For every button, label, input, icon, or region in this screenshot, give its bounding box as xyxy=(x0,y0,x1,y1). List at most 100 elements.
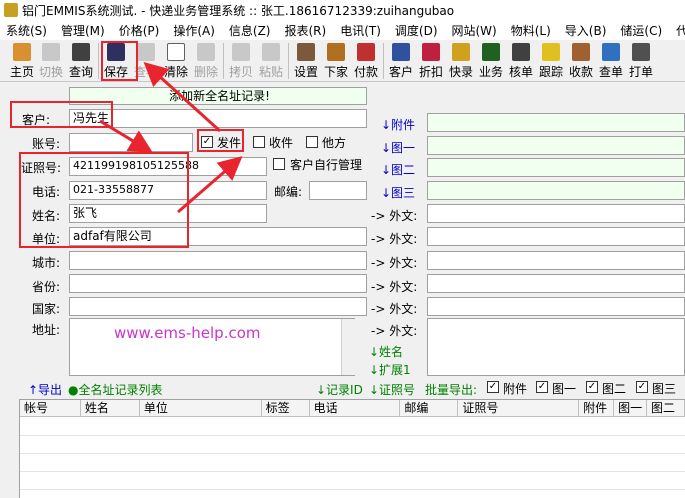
record-table[interactable]: 帐号 姓名 单位 标签 电话 邮编 证照号 附件 图一 图二 xyxy=(19,399,685,498)
foreign-field-6[interactable] xyxy=(427,318,685,376)
foreign-label-2: -> 外文: xyxy=(371,232,418,246)
province-field[interactable] xyxy=(69,274,367,293)
extend-link[interactable]: ↓扩展1 xyxy=(369,361,411,378)
batch-attach-label: 附件 xyxy=(503,382,528,396)
delete-button[interactable]: 删除 xyxy=(191,40,221,81)
toolbar-separator xyxy=(383,43,384,79)
table-header: 帐号 姓名 单位 标签 电话 邮编 证照号 附件 图一 图二 xyxy=(20,400,685,417)
collect-button[interactable]: 收款 xyxy=(566,40,596,81)
batch-img1-checkbox[interactable]: ✓ xyxy=(536,381,548,393)
foreign-field-3[interactable] xyxy=(427,251,685,270)
menu-bar: 系统(S) 管理(M) 价格(P) 操作(A) 信息(Z) 报表(R) 电讯(T… xyxy=(0,20,685,40)
save-button[interactable]: 保存 xyxy=(101,40,131,81)
attachment-field[interactable] xyxy=(427,113,685,132)
customer-field[interactable]: 冯先生 xyxy=(69,109,367,128)
image2-link[interactable]: ↓图二 xyxy=(381,161,415,178)
menu-delivery[interactable]: 代派 xyxy=(670,22,685,39)
other-party-checkbox[interactable] xyxy=(306,136,318,148)
image3-field[interactable] xyxy=(427,181,685,200)
batch-img2-checkbox[interactable]: ✓ xyxy=(586,381,598,393)
menu-dispatch[interactable]: 调度(D) xyxy=(389,22,446,39)
foreign-label-1: -> 外文: xyxy=(371,209,418,223)
company-field[interactable]: adfaf有限公司 xyxy=(69,227,367,246)
image1-link[interactable]: ↓图一 xyxy=(381,139,415,156)
column-image1[interactable]: 图一 xyxy=(614,400,648,416)
city-field[interactable] xyxy=(69,251,367,270)
column-image2[interactable]: 图二 xyxy=(647,400,685,416)
watermark-text: www.ems-help.com xyxy=(114,324,261,342)
customer-button[interactable]: 客户 xyxy=(386,40,416,81)
query-button[interactable]: 查询 xyxy=(66,40,96,81)
foreign-field-1[interactable] xyxy=(427,204,685,223)
batch-img3-checkbox[interactable]: ✓ xyxy=(636,381,648,393)
dispatch-button[interactable]: 下家 xyxy=(321,40,351,81)
name-link[interactable]: ↓姓名 xyxy=(369,343,403,360)
column-company[interactable]: 单位 xyxy=(140,400,262,416)
foreign-field-5[interactable] xyxy=(427,297,685,316)
address-scrollbar[interactable] xyxy=(341,319,355,375)
account-field[interactable] xyxy=(69,133,193,152)
menu-storage[interactable]: 储运(C) xyxy=(614,22,670,39)
form-header: 添加新全名址记录! xyxy=(69,87,367,105)
column-attachment[interactable]: 附件 xyxy=(579,400,615,416)
quick-entry-button[interactable]: 快录 xyxy=(446,40,476,81)
sender-checkbox[interactable]: ✓ xyxy=(201,136,213,148)
id-number-link[interactable]: ↓证照号 xyxy=(369,381,415,398)
track-button[interactable]: 跟踪 xyxy=(536,40,566,81)
image2-field[interactable] xyxy=(427,158,685,177)
column-tag[interactable]: 标签 xyxy=(262,400,310,416)
country-field[interactable] xyxy=(69,297,367,316)
pay-button[interactable]: 付款 xyxy=(351,40,381,81)
attachment-link[interactable]: ↓附件 xyxy=(381,116,415,133)
column-postcode[interactable]: 邮编 xyxy=(400,400,459,416)
switch-button[interactable]: 切换 xyxy=(36,40,66,81)
name-field[interactable]: 张飞 xyxy=(69,204,267,223)
export-link[interactable]: ↑导出 xyxy=(28,381,62,398)
menu-website[interactable]: 网站(W) xyxy=(446,22,505,39)
image1-field[interactable] xyxy=(427,136,685,155)
business-button[interactable]: 业务 xyxy=(476,40,506,81)
image3-link[interactable]: ↓图三 xyxy=(381,184,415,201)
self-manage-checkbox[interactable] xyxy=(273,158,285,170)
home-icon xyxy=(13,43,31,61)
app-icon xyxy=(4,3,18,17)
id-field[interactable]: 421199198105125588 xyxy=(69,157,267,176)
check-order-button[interactable]: 核单 xyxy=(506,40,536,81)
menu-material[interactable]: 物料(L) xyxy=(505,22,559,39)
column-name[interactable]: 姓名 xyxy=(81,400,140,416)
customer-label: 客户: xyxy=(22,113,51,127)
menu-system[interactable]: 系统(S) xyxy=(0,22,55,39)
foreign-field-2[interactable] xyxy=(427,227,685,246)
column-id-number[interactable]: 证照号 xyxy=(458,400,580,416)
home-button[interactable]: 主页 xyxy=(8,40,36,81)
eye-icon xyxy=(512,43,530,61)
discount-button[interactable]: 折扣 xyxy=(416,40,446,81)
record-id-link[interactable]: ↓记录ID xyxy=(316,381,363,398)
print-button[interactable]: 打单 xyxy=(626,40,656,81)
menu-telecom[interactable]: 电讯(T) xyxy=(334,22,389,39)
paste-icon xyxy=(262,43,280,61)
account-label: 账号: xyxy=(32,137,61,151)
paste-button[interactable]: 粘贴 xyxy=(256,40,286,81)
postcode-label: 邮编: xyxy=(274,185,303,199)
menu-import[interactable]: 导入(B) xyxy=(559,22,615,39)
foreign-field-4[interactable] xyxy=(427,274,685,293)
menu-price[interactable]: 价格(P) xyxy=(113,22,168,39)
view-icon xyxy=(137,43,155,61)
menu-manage[interactable]: 管理(M) xyxy=(55,22,113,39)
menu-info[interactable]: 信息(Z) xyxy=(223,22,279,39)
other-party-label: 他方 xyxy=(322,136,347,150)
column-account[interactable]: 帐号 xyxy=(20,400,81,416)
view-button[interactable]: 查看 xyxy=(131,40,161,81)
column-phone[interactable]: 电话 xyxy=(310,400,401,416)
batch-attach-checkbox[interactable]: ✓ xyxy=(487,381,499,393)
menu-report[interactable]: 报表(R) xyxy=(278,22,334,39)
clear-button[interactable]: 清除 xyxy=(161,40,191,81)
settings-button[interactable]: 设置 xyxy=(291,40,321,81)
phone-field[interactable]: 021-33558877 xyxy=(69,181,267,200)
search-order-button[interactable]: 查单 xyxy=(596,40,626,81)
postcode-field[interactable] xyxy=(309,181,367,200)
menu-operate[interactable]: 操作(A) xyxy=(167,22,223,39)
copy-button[interactable]: 拷贝 xyxy=(226,40,256,81)
receiver-checkbox[interactable] xyxy=(253,136,265,148)
